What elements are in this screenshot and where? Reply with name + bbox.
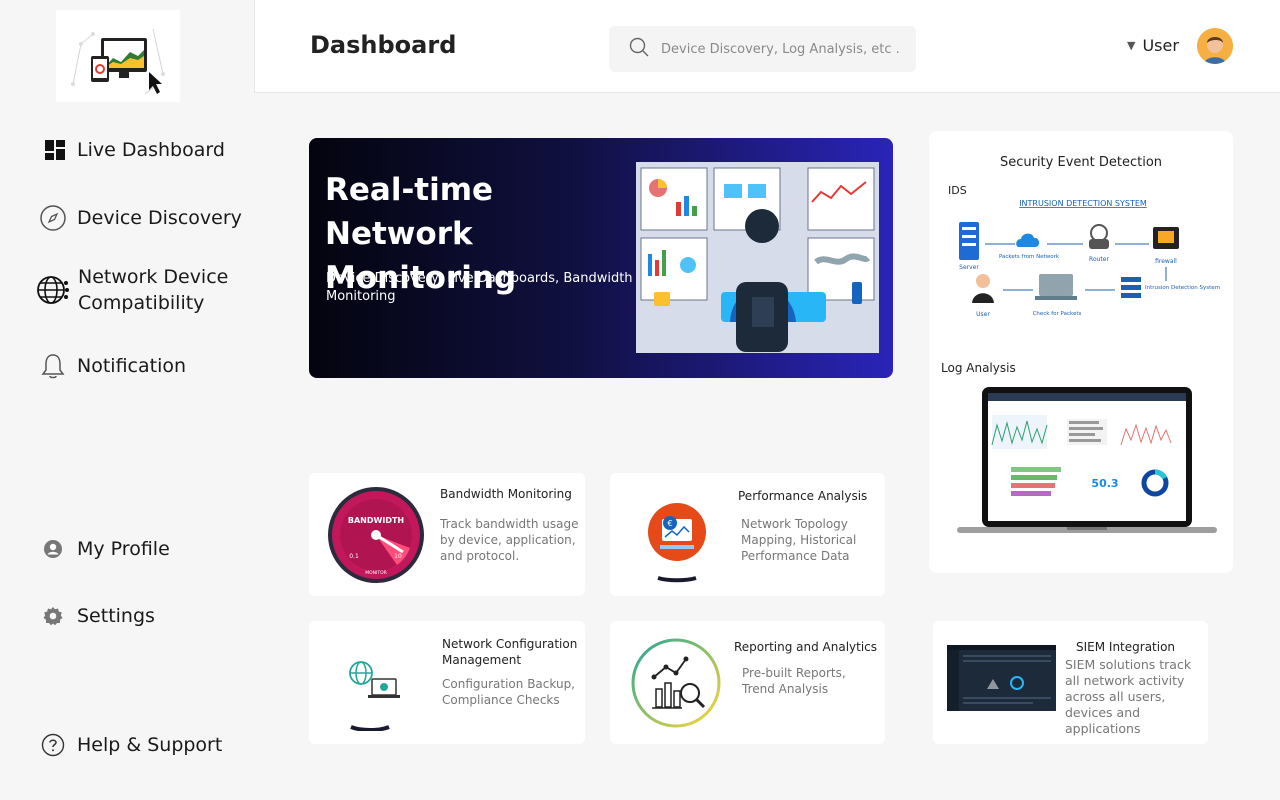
speedometer-icon: BANDWIDTH 0.1 10 MONITOR — [328, 487, 424, 583]
sidebar-item-label: Settings — [77, 605, 155, 627]
card-title: Reporting and Analytics — [734, 640, 878, 654]
globe-network-icon — [36, 273, 70, 307]
card-reporting-analytics[interactable]: Reporting and Analytics Pre-built Report… — [610, 621, 885, 744]
svg-text:€: € — [667, 519, 672, 528]
card-description: Pre-built Reports, Trend Analysis — [742, 666, 846, 696]
security-log-card[interactable]: Security Event Detection IDS INTRUSION D… — [929, 131, 1233, 573]
card-description: Network Topology Mapping, Historical Per… — [741, 517, 857, 563]
ids-diagram-title: INTRUSION DETECTION SYSTEM — [1019, 199, 1147, 208]
user-menu[interactable]: ▼ User — [1127, 36, 1179, 55]
log-metric: 50.3 — [1091, 477, 1118, 490]
card-network-config[interactable]: Network Configuration Management Configu… — [309, 621, 585, 744]
sidebar-item-notification[interactable]: Notification — [38, 351, 186, 381]
monitoring-illustration — [636, 162, 879, 353]
ids-diagram: INTRUSION DETECTION SYSTEM Server Packet… — [959, 199, 1220, 318]
gauge-unit: MONITOR — [365, 570, 387, 576]
card-title: Bandwidth Monitoring — [440, 487, 572, 501]
card-description: SIEM solutions track all network activit… — [1065, 657, 1192, 736]
network-config-icon — [349, 661, 400, 731]
sidebar-item-live-dashboard[interactable]: Live Dashboard — [42, 135, 225, 165]
sidebar-item-label: Live Dashboard — [77, 139, 225, 161]
user-circle-icon — [38, 534, 68, 564]
sidebar-item-help-support[interactable]: Help & Support — [38, 730, 222, 760]
gauge-max: 10 — [394, 553, 402, 560]
analytics-icon — [631, 638, 721, 728]
ids-node-packets: Packets from Network — [999, 254, 1060, 260]
card-performance-analysis[interactable]: € Performance Analysis Network Topology … — [610, 473, 885, 596]
hero-banner[interactable]: Real-time Network Monitoring Device Disc… — [309, 138, 893, 378]
user-label: User — [1142, 36, 1179, 55]
app-logo[interactable] — [56, 10, 180, 102]
bell-icon — [38, 351, 68, 381]
sidebar-item-label: Network Device Compatibility — [78, 266, 229, 314]
ids-node-check: Check for Packets — [1033, 311, 1082, 317]
card-title: Network Configuration Management — [442, 637, 578, 667]
sidebar-item-network-device-compatibility[interactable]: Network Device Compatibility — [36, 264, 238, 316]
ids-node-server: Server — [959, 264, 979, 271]
sidebar-item-label: Help & Support — [77, 734, 223, 756]
ids-node-firewall: firewall — [1155, 258, 1177, 265]
sidebar-item-label: Notification — [77, 355, 187, 377]
gauge-min: 0.1 — [349, 553, 359, 560]
avatar[interactable] — [1197, 28, 1233, 64]
search-bar[interactable] — [609, 26, 916, 72]
sidebar-item-device-discovery[interactable]: Device Discovery — [38, 203, 242, 233]
security-title: Security Event Detection — [999, 155, 1163, 170]
search-icon — [629, 37, 649, 61]
log-analysis-laptop: 50.3 — [957, 387, 1217, 533]
performance-icon: € — [648, 503, 706, 583]
ids-node-ids: Intrusion Detection System — [1145, 285, 1220, 291]
hero-subtitle: Device Discovery, Live Dashboards, Bandw… — [326, 271, 633, 304]
gear-icon — [38, 601, 68, 631]
sidebar-item-my-profile[interactable]: My Profile — [38, 534, 170, 564]
dashboard-icon — [42, 135, 68, 165]
compass-icon — [38, 203, 68, 233]
monitor-logo-icon — [71, 28, 165, 95]
sidebar: Live Dashboard Device Discovery Network … — [0, 0, 254, 800]
help-icon — [38, 730, 68, 760]
caret-down-icon: ▼ — [1127, 39, 1136, 52]
page-title: Dashboard — [310, 31, 457, 59]
card-bandwidth-monitoring[interactable]: BANDWIDTH 0.1 10 MONITOR Bandwidth Monit… — [309, 473, 585, 596]
card-title: SIEM Integration — [1076, 640, 1176, 654]
log-analysis-label: Log Analysis — [941, 361, 1016, 375]
card-description: Track bandwidth usage by device, applica… — [440, 517, 579, 563]
card-description: Configuration Backup, Compliance Checks — [442, 677, 575, 707]
sidebar-item-settings[interactable]: Settings — [38, 601, 155, 631]
search-input[interactable] — [661, 41, 901, 57]
gauge-label: BANDWIDTH — [348, 516, 404, 525]
sidebar-item-label: My Profile — [77, 538, 170, 560]
siem-dashboard-thumbnail — [947, 645, 1056, 711]
sidebar-item-label: Device Discovery — [77, 207, 242, 229]
top-header: Dashboard ▼ User — [254, 0, 1280, 93]
ids-node-router: Router — [1089, 256, 1109, 263]
card-title: Performance Analysis — [738, 489, 868, 503]
avatar-face-icon — [1197, 28, 1233, 64]
ids-node-user: User — [976, 311, 990, 318]
card-siem-integration[interactable]: SIEM Integration SIEM solutions track al… — [933, 621, 1208, 744]
